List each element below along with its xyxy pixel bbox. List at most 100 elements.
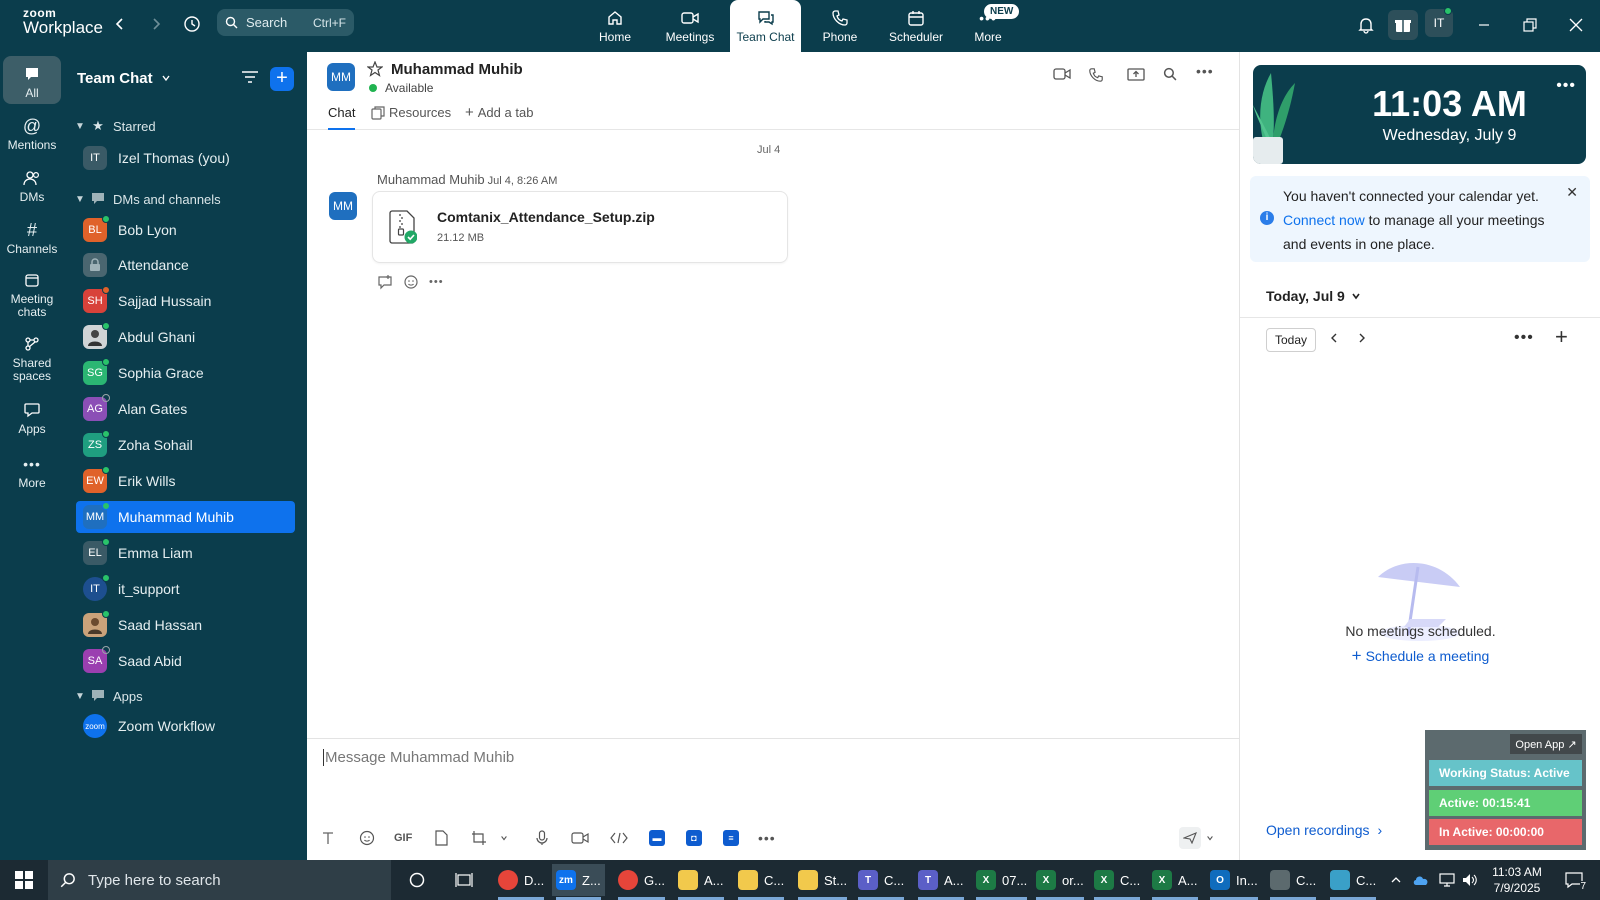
taskbar-app-folder-3[interactable]: St... <box>794 864 851 900</box>
close-icon[interactable] <box>1562 10 1590 40</box>
video-clip-icon[interactable] <box>571 829 589 847</box>
taskbar-app-teams-2[interactable]: T A... <box>914 864 968 900</box>
back-arrow-icon[interactable] <box>106 10 134 38</box>
chevron-right-icon[interactable] <box>1357 332 1367 347</box>
taskbar-app-folder-2[interactable]: C... <box>734 864 788 900</box>
taskbar-app-excel-2[interactable]: Xor... <box>1032 864 1088 900</box>
rail-apps[interactable]: Apps <box>3 396 61 442</box>
notification-icon[interactable]: 7 <box>1560 860 1588 900</box>
nav-phone[interactable]: Phone <box>815 0 865 52</box>
nav-team-chat[interactable]: Team Chat <box>730 0 801 52</box>
app-icon-2[interactable]: ◘ <box>686 830 702 846</box>
nav-scheduler[interactable]: Scheduler <box>884 0 948 52</box>
more-options-icon[interactable]: ••• <box>1196 63 1214 79</box>
taskbar-app-outlook[interactable]: O In... <box>1206 864 1262 900</box>
taskbar-app-excel-4[interactable]: X A... <box>1148 864 1202 900</box>
section-starred[interactable]: ▼ ★ Starred <box>75 116 156 136</box>
microphone-icon[interactable] <box>535 829 549 847</box>
section-dms-channels[interactable]: ▼ DMs and channels <box>75 189 221 209</box>
schedule-meeting-link[interactable]: + Schedule a meeting <box>1240 646 1600 666</box>
emoji-icon[interactable] <box>359 829 375 847</box>
section-apps[interactable]: ▼ Apps <box>75 686 143 706</box>
sidebar-item-bob-lyon[interactable]: BL Bob Lyon <box>76 214 295 246</box>
emoji-reaction-icon[interactable] <box>403 274 419 293</box>
star-outline-icon[interactable] <box>366 60 384 80</box>
sidebar-item-zoom-workflow[interactable]: zoom Zoom Workflow <box>76 710 295 742</box>
taskbar-app-folder-1[interactable]: A... <box>674 864 728 900</box>
taskbar-app-zoom[interactable]: zm Z... <box>552 864 605 900</box>
contact-avatar[interactable]: MM <box>327 63 355 91</box>
today-header-dropdown[interactable]: Today, Jul 9 <box>1266 288 1361 304</box>
more-icon[interactable]: ••• <box>1514 329 1534 347</box>
taskbar-app-generic-1[interactable]: C... <box>1266 864 1320 900</box>
file-icon[interactable] <box>434 829 448 847</box>
volume-icon[interactable] <box>1462 860 1478 900</box>
chevron-down-icon[interactable] <box>1206 829 1214 847</box>
taskbar-app-excel-1[interactable]: X 07... <box>972 864 1031 900</box>
today-button[interactable]: Today <box>1266 328 1316 352</box>
network-icon[interactable] <box>1438 860 1456 900</box>
open-app-button[interactable]: Open App ↗ <box>1510 734 1582 754</box>
gif-icon[interactable]: GIF <box>394 829 412 847</box>
bell-icon[interactable] <box>1352 10 1380 40</box>
rail-mentions[interactable]: @ Mentions <box>3 112 61 158</box>
nav-meetings[interactable]: Meetings <box>657 0 723 52</box>
tab-add[interactable]: + Add a tab <box>465 105 533 130</box>
onedrive-icon[interactable] <box>1412 860 1430 900</box>
search-icon[interactable] <box>1163 67 1177 84</box>
filter-icon[interactable] <box>241 70 259 87</box>
sidebar-item-muhammad-muhib[interactable]: MM Muhammad Muhib <box>76 501 295 533</box>
message-sender[interactable]: Muhammad Muhib <box>377 172 485 187</box>
share-screen-icon[interactable] <box>1127 67 1145 86</box>
screenshot-icon[interactable] <box>471 829 487 847</box>
rail-shared-spaces[interactable]: Shared spaces <box>3 330 61 388</box>
nav-home[interactable]: Home <box>590 0 640 52</box>
contact-name[interactable]: Muhammad Muhib <box>391 61 523 78</box>
chevron-left-icon[interactable] <box>1329 332 1339 347</box>
sidebar-item-erik-wills[interactable]: EW Erik Wills <box>76 465 295 497</box>
message-input[interactable]: Message Muhammad Muhib <box>323 749 514 766</box>
video-call-icon[interactable] <box>1053 67 1071 84</box>
tab-chat[interactable]: Chat <box>328 105 356 130</box>
sidebar-item-attendance[interactable]: Attendance <box>76 249 295 281</box>
rail-meeting-chats[interactable]: Meeting chats <box>3 266 61 324</box>
sidebar-item-abdul-ghani[interactable]: Abdul Ghani <box>76 321 295 353</box>
more-icon[interactable]: ••• <box>758 829 776 847</box>
code-icon[interactable] <box>610 829 628 847</box>
more-icon[interactable]: ••• <box>429 274 444 293</box>
sidebar-item-it-support[interactable]: IT it_support <box>76 573 295 605</box>
send-options-icon[interactable] <box>1179 827 1201 849</box>
sidebar-item-alan-gates[interactable]: AG Alan Gates <box>76 393 295 425</box>
more-icon[interactable]: ••• <box>1556 77 1576 95</box>
sidebar-item-sophia-grace[interactable]: SG Sophia Grace <box>76 357 295 389</box>
phone-call-icon[interactable] <box>1088 67 1104 86</box>
chevron-up-icon[interactable] <box>1390 860 1402 900</box>
rail-all[interactable]: All <box>3 56 61 104</box>
taskbar-app-teams-1[interactable]: T C... <box>854 864 908 900</box>
forward-arrow-icon[interactable] <box>142 10 170 38</box>
gift-icon[interactable] <box>1388 10 1418 40</box>
taskbar-app-chrome-1[interactable]: D... <box>494 864 548 900</box>
chevron-down-icon[interactable] <box>500 829 508 847</box>
open-recordings-link[interactable]: Open recordings › <box>1266 822 1382 838</box>
tab-resources[interactable]: Resources <box>371 105 451 130</box>
app-icon-3[interactable]: ≡ <box>723 830 739 846</box>
task-view-icon[interactable] <box>452 860 476 900</box>
sidebar-item-zoha-sohail[interactable]: ZS Zoha Sohail <box>76 429 295 461</box>
close-icon[interactable]: ✕ <box>1566 184 1578 201</box>
search-box[interactable]: Search Ctrl+F <box>217 9 354 36</box>
app-icon-1[interactable]: ▬ <box>649 830 665 846</box>
rail-more[interactable]: ••• More <box>3 450 61 496</box>
rail-dms[interactable]: DMs <box>3 164 61 210</box>
text-format-icon[interactable] <box>321 829 335 847</box>
connect-now-link[interactable]: Connect now <box>1283 212 1365 228</box>
new-chat-button[interactable]: + <box>270 67 294 91</box>
sidebar-item-saad-abid[interactable]: SA Saad Abid <box>76 645 295 677</box>
add-event-icon[interactable]: + <box>1555 324 1568 350</box>
file-attachment[interactable]: Comtanix_Attendance_Setup.zip 21.12 MB <box>372 191 788 263</box>
taskbar-search[interactable]: Type here to search <box>48 860 391 900</box>
reply-icon[interactable] <box>377 274 393 293</box>
restore-icon[interactable] <box>1516 10 1544 40</box>
sidebar-item-saad-hassan[interactable]: Saad Hassan <box>76 609 295 641</box>
sidebar-title-dropdown[interactable]: Team Chat <box>77 70 171 87</box>
